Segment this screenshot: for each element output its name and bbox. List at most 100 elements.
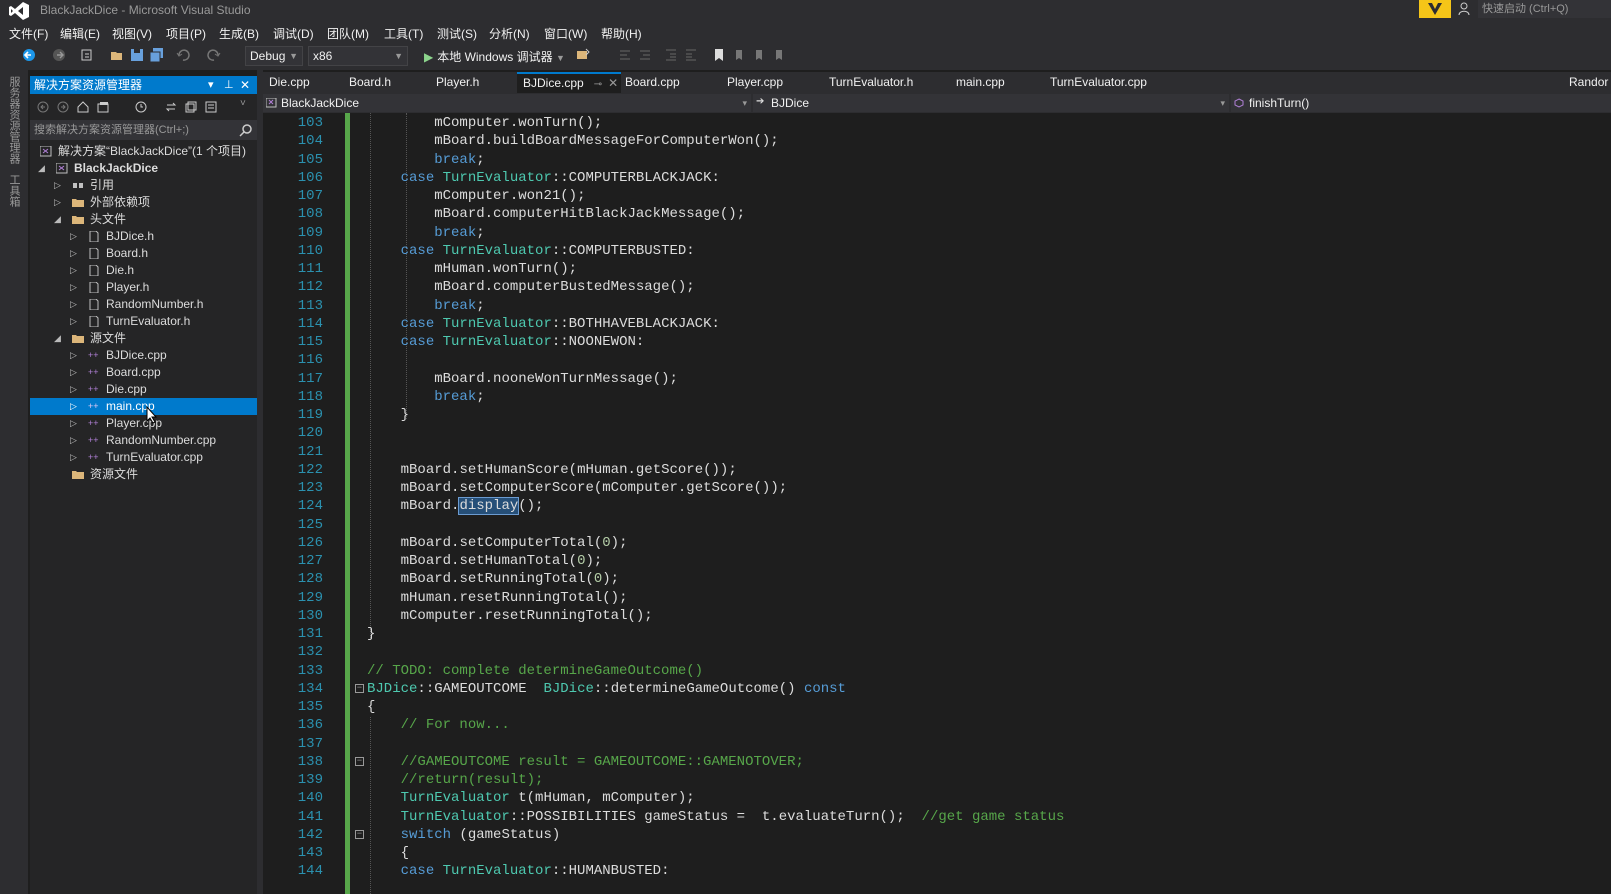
pin-icon[interactable]: ⊥ [224, 76, 234, 94]
menu-project[interactable]: 项目(P) [166, 25, 206, 42]
browser-link-icon[interactable] [576, 48, 590, 62]
chevron-down-icon[interactable]: ▾ [208, 76, 214, 94]
properties-icon[interactable] [204, 100, 218, 114]
tree-item-file[interactable]: ▷ BJDice.h [30, 228, 257, 245]
collapsed-arrow-icon[interactable]: ▷ [70, 262, 77, 279]
code-line[interactable]: 122 mBoard.setHumanScore(mHuman.getScore… [263, 461, 1611, 479]
tree-item-file[interactable]: ▷ ++ Die.cpp [30, 381, 257, 398]
code-line[interactable]: 106 case TurnEvaluator::COMPUTERBLACKJAC… [263, 169, 1611, 187]
menu-window[interactable]: 窗口(W) [544, 25, 587, 42]
menu-edit[interactable]: 编辑(E) [60, 25, 100, 42]
collapse-region-icon[interactable]: − [355, 829, 364, 839]
code-line[interactable]: 119 } [263, 406, 1611, 424]
code-line[interactable]: 130 mComputer.resetRunningTotal(); [263, 607, 1611, 625]
code-line[interactable]: 114 case TurnEvaluator::BOTHHAVEBLACKJAC… [263, 315, 1611, 333]
user-account-icon[interactable] [1458, 2, 1472, 16]
scope-dropdown[interactable]: ➔ BJDice ▾ [753, 94, 1229, 112]
sync-with-active-document-icon[interactable] [164, 100, 178, 114]
solution-configuration-dropdown[interactable]: Debug ▼ [245, 46, 303, 66]
code-line[interactable]: 143 { [263, 844, 1611, 862]
collapsed-arrow-icon[interactable]: ▷ [70, 296, 77, 313]
collapsed-arrow-icon[interactable]: ▷ [70, 313, 77, 330]
tree-item-external-dependencies[interactable]: ▷ 外部依赖项 [30, 194, 257, 211]
tree-item-file[interactable]: ▷ ++ BJDice.cpp [30, 347, 257, 364]
code-line[interactable]: 140 TurnEvaluator t(mHuman, mComputer); [263, 789, 1611, 807]
collapsed-arrow-icon[interactable]: ▷ [54, 194, 61, 211]
code-line[interactable]: 120 [263, 424, 1611, 442]
tree-item-resource-files[interactable]: 资源文件 [30, 466, 257, 483]
code-line[interactable]: 108 mBoard.computerHitBlackJackMessage()… [263, 205, 1611, 223]
menu-build[interactable]: 生成(B) [219, 25, 259, 42]
code-line[interactable]: 131} [263, 625, 1611, 643]
code-line[interactable]: 126 mBoard.setComputerTotal(0); [263, 534, 1611, 552]
tree-item-file[interactable]: ▷ RandomNumber.h [30, 296, 257, 313]
menu-tools[interactable]: 工具(T) [384, 25, 423, 42]
tree-item-file[interactable]: ▷ ++ RandomNumber.cpp [30, 432, 257, 449]
tab-player-h[interactable]: Player.h [430, 72, 522, 93]
member-dropdown[interactable]: finishTurn() [1231, 94, 1611, 112]
tree-item-file[interactable]: ▷ Board.h [30, 245, 257, 262]
code-line[interactable]: 136 // For now... [263, 716, 1611, 734]
collapse-region-icon[interactable]: − [355, 683, 364, 693]
start-debugging-button[interactable]: ▶ 本地 Windows 调试器 ▼ [424, 48, 565, 65]
code-line[interactable]: 127 mBoard.setHumanTotal(0); [263, 552, 1611, 570]
collapsed-arrow-icon[interactable]: ▷ [70, 347, 77, 364]
save-icon[interactable] [130, 48, 144, 62]
project-dropdown[interactable]: BlackJackDice ▾ [263, 94, 751, 112]
code-editor[interactable]: 103 mComputer.wonTurn(); 104 mBoard.build… [263, 113, 1611, 894]
forward-icon[interactable] [52, 48, 66, 62]
increase-indent-icon[interactable] [684, 48, 698, 62]
tree-item-file-selected[interactable]: ▷ ++ main.cpp [30, 398, 257, 415]
collapsed-arrow-icon[interactable]: ▷ [70, 415, 77, 432]
tree-item-file[interactable]: ▷ ++ Board.cpp [30, 364, 257, 381]
redo-icon[interactable] [207, 48, 221, 62]
code-line[interactable]: 141 TurnEvaluator::POSSIBILITIES gameSta… [263, 808, 1611, 826]
collapse-all-icon[interactable] [184, 100, 198, 114]
code-line[interactable]: 103 mComputer.wonTurn(); [263, 114, 1611, 132]
open-file-icon[interactable] [110, 48, 124, 62]
tree-item-file[interactable]: ▷ ++ Player.cpp [30, 415, 257, 432]
tab-player-cpp[interactable]: Player.cpp [721, 72, 821, 93]
tree-item-references[interactable]: ▷ 引用 [30, 177, 257, 194]
quick-launch-input[interactable]: 快速启动 (Ctrl+Q) [1478, 0, 1611, 18]
code-line[interactable]: 142 − switch (gameStatus) [263, 826, 1611, 844]
toolbox-tab[interactable]: 工具箱 [8, 174, 22, 207]
code-line[interactable]: 113 break; [263, 297, 1611, 315]
notification-flag-icon[interactable] [1419, 0, 1451, 18]
previous-bookmark-icon[interactable] [732, 48, 746, 62]
menu-team[interactable]: 团队(M) [327, 25, 369, 42]
code-line[interactable]: 129 mHuman.resetRunningTotal(); [263, 589, 1611, 607]
forward-icon[interactable] [56, 100, 70, 114]
code-line[interactable]: 133 // TODO: complete determineGameOutcom… [263, 662, 1611, 680]
tab-bjdice-cpp[interactable]: BJDice.cpp ⊸ ✕ [517, 72, 621, 93]
menu-file[interactable]: 文件(F) [9, 25, 48, 42]
code-line[interactable]: 105 break; [263, 151, 1611, 169]
code-line[interactable]: 124 mBoard.display(); [263, 497, 1611, 516]
tab-turnevaluator-h[interactable]: TurnEvaluator.h [823, 72, 948, 93]
tab-board-h[interactable]: Board.h [343, 72, 433, 93]
new-project-icon[interactable] [80, 48, 94, 62]
uncomment-icon[interactable] [638, 48, 652, 62]
tab-board-cpp[interactable]: Board.cpp [619, 72, 719, 93]
code-line[interactable]: 132 [263, 643, 1611, 661]
code-line[interactable]: 135 { [263, 698, 1611, 716]
server-explorer-tab[interactable]: 服务器资源管理器 [8, 76, 22, 164]
collapsed-arrow-icon[interactable]: ▷ [54, 177, 61, 194]
tab-randomnumber-cpp[interactable]: Randor [1567, 72, 1611, 93]
home-icon[interactable] [76, 100, 90, 114]
tree-item-file[interactable]: ▷ Player.h [30, 279, 257, 296]
collapsed-arrow-icon[interactable]: ▷ [70, 279, 77, 296]
code-line[interactable]: 125 [263, 516, 1611, 534]
menu-debug[interactable]: 调试(D) [273, 25, 314, 42]
code-line[interactable]: 112 mBoard.computerBustedMessage(); [263, 278, 1611, 296]
code-line[interactable]: 139 //return(result); [263, 771, 1611, 789]
tree-item-file[interactable]: ▷ TurnEvaluator.h [30, 313, 257, 330]
code-line[interactable]: 118 break; [263, 388, 1611, 406]
code-line[interactable]: 138 − //GAMEOUTCOME result = GAMEOUTCOME:… [263, 753, 1611, 771]
tree-item-file[interactable]: ▷ ++ TurnEvaluator.cpp [30, 449, 257, 466]
code-line[interactable]: 123 mBoard.setComputerScore(mComputer.ge… [263, 479, 1611, 497]
code-line[interactable]: 144 case TurnEvaluator::HUMANBUSTED: [263, 862, 1611, 880]
code-line[interactable]: 137 [263, 735, 1611, 753]
code-line[interactable]: 107 mComputer.won21(); [263, 187, 1611, 205]
code-line[interactable]: 121 [263, 443, 1611, 461]
